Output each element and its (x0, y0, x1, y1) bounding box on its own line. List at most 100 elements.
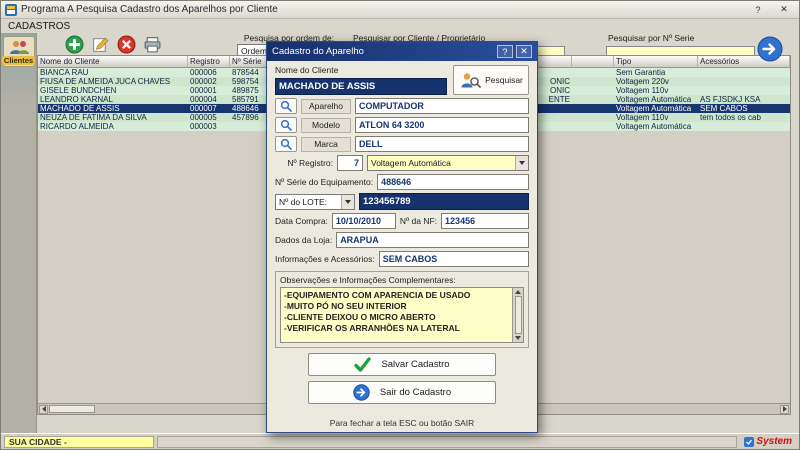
registro-field[interactable] (337, 155, 363, 171)
modelo-lookup-button[interactable] (275, 117, 297, 133)
dialog-footer-hint: Para fechar a tela ESC ou botão SAIR (275, 416, 529, 428)
serie-equipamento-field[interactable] (377, 174, 529, 190)
marca-lookup-button[interactable] (275, 136, 297, 152)
brand-text: System (756, 436, 792, 447)
pesquisar-button[interactable]: Pesquisar (453, 65, 529, 95)
observacoes-lines: -EQUIPAMENTO COM APARENCIA DE USADO -MUI… (281, 288, 512, 342)
vertical-scrollbar[interactable] (512, 288, 523, 342)
obs-line: -CLIENTE DEIXOU O MICRO ABERTO (284, 312, 509, 323)
dialog-close-button[interactable]: ✕ (516, 45, 532, 58)
print-button[interactable] (141, 34, 163, 54)
modelo-label: Modelo (301, 118, 351, 133)
cell-registro: 000002 (188, 77, 230, 86)
cell-tipo: Voltagem Automática (614, 95, 698, 104)
loja-label: Dados da Loja: (275, 235, 332, 245)
modelo-field[interactable] (355, 117, 529, 133)
person-search-icon (459, 71, 481, 89)
cell-registro: 000003 (188, 122, 230, 131)
cell-acessorios (698, 122, 790, 131)
cell-acessorios (698, 86, 790, 95)
scroll-right-icon[interactable] (780, 405, 789, 414)
search-icon (280, 119, 293, 131)
marca-field[interactable] (355, 136, 529, 152)
add-button[interactable] (63, 34, 85, 54)
cell-tipo: Voltagem Automática (614, 122, 698, 131)
aparelho-lookup-button[interactable] (275, 98, 297, 114)
cell-acessorios (698, 77, 790, 86)
data-compra-field[interactable] (332, 213, 396, 229)
acessorios-label: Informações e Acessórios: (275, 254, 375, 264)
cell-tipo: Voltagem 110v (614, 113, 698, 122)
serial-search-label: Pesquisar por Nº Serie (606, 34, 755, 43)
status-brand: System (740, 436, 796, 447)
aparelho-field[interactable] (355, 98, 529, 114)
nf-field[interactable] (441, 213, 529, 229)
dialog-title-bar[interactable]: Cadastro do Aparelho ? ✕ (267, 42, 537, 61)
status-city: SUA CIDADE - (4, 436, 154, 448)
obs-line: -EQUIPAMENTO COM APARENCIA DE USADO (284, 290, 509, 301)
window-help-button[interactable]: ? (747, 3, 769, 17)
cadastro-aparelho-dialog: Cadastro do Aparelho ? ✕ Nome do Cliente… (266, 41, 538, 433)
chevron-down-icon (341, 195, 354, 209)
brand-icon (744, 437, 754, 447)
cell-tipo: Voltagem Automática (614, 104, 698, 113)
cell-acessorios: SEM CABOS (698, 104, 790, 113)
cell-nome: RICARDO ALMEIDA (38, 122, 188, 131)
scroll-up-icon[interactable] (515, 290, 521, 294)
serie-equipamento-label: Nº Série do Equipamento: (275, 177, 373, 187)
cell-hidden2 (572, 95, 614, 104)
window-close-button[interactable]: ✕ (773, 3, 795, 17)
obs-line: -MUITO PÓ NO SEU INTERIOR (284, 301, 509, 312)
check-icon (354, 357, 371, 372)
title-bar: Programa A Pesquisa Cadastro dos Aparelh… (1, 1, 799, 19)
acessorios-field[interactable] (379, 251, 529, 267)
scrollbar-thumb[interactable] (49, 405, 95, 413)
salvar-cadastro-button[interactable]: Salvar Cadastro (308, 353, 496, 376)
edit-button[interactable] (89, 34, 111, 54)
dialog-title: Cadastro do Aparelho (272, 46, 494, 57)
sidebar: Clientes (1, 33, 37, 433)
delete-button[interactable] (115, 34, 137, 54)
cell-nome: NEUZA DE FATIMA DA SILVA (38, 113, 188, 122)
window-title: Programa A Pesquisa Cadastro dos Aparelh… (21, 4, 743, 15)
lote-select[interactable]: Nº do LOTE: (275, 194, 355, 210)
col-header-tipo[interactable]: Tipo (614, 56, 698, 67)
clients-icon (8, 39, 30, 55)
scrollbar-thumb[interactable] (515, 296, 522, 334)
scroll-down-icon[interactable] (515, 336, 521, 340)
cell-acessorios (698, 68, 790, 77)
loja-field[interactable] (336, 232, 529, 248)
scroll-left-icon[interactable] (39, 405, 48, 414)
col-header-registro[interactable]: Registro (188, 56, 230, 67)
sair-cadastro-button[interactable]: Sair do Cadastro (308, 381, 496, 404)
sidebar-item-clientes-label: Clientes (2, 56, 35, 65)
menu-bar: CADASTROS (1, 19, 799, 33)
app-window: Programa A Pesquisa Cadastro dos Aparelh… (0, 0, 800, 450)
voltagem-select[interactable]: Voltagem Automática (367, 155, 529, 171)
edit-icon (91, 35, 110, 54)
cell-hidden2 (572, 104, 614, 113)
cell-registro: 000004 (188, 95, 230, 104)
cell-nome: MACHADO DE ASSIS (38, 104, 188, 113)
observacoes-textarea[interactable]: -EQUIPAMENTO COM APARENCIA DE USADO -MUI… (280, 287, 524, 343)
cell-nome: GISELE BUNDCHEN (38, 86, 188, 95)
toolbar-icons (63, 34, 163, 54)
cell-acessorios: tem todos os cab (698, 113, 790, 122)
cell-hidden2 (572, 122, 614, 131)
menu-cadastros[interactable]: CADASTROS (8, 21, 70, 32)
dialog-help-button[interactable]: ? (497, 45, 513, 58)
sidebar-item-clientes[interactable]: Clientes (3, 36, 35, 67)
observacoes-legend: Observações e Informações Complementares… (280, 275, 524, 285)
cell-tipo: Voltagem 110v (614, 86, 698, 95)
cell-tipo: Sem Garantia (614, 68, 698, 77)
nome-cliente-field[interactable] (275, 78, 447, 95)
data-compra-label: Data Compra: (275, 216, 328, 226)
print-icon (143, 35, 162, 54)
chevron-down-icon (515, 156, 528, 170)
sair-button-label: Sair do Cadastro (380, 387, 451, 398)
cell-nome: BIANCA RAU (38, 68, 188, 77)
lote-field[interactable] (359, 193, 529, 210)
obs-line: -VERIFICAR OS ARRANHÕES NA LATERAL (284, 323, 509, 334)
search-go-button[interactable] (757, 36, 783, 62)
col-header-nome[interactable]: Nome do Cliente (38, 56, 188, 67)
